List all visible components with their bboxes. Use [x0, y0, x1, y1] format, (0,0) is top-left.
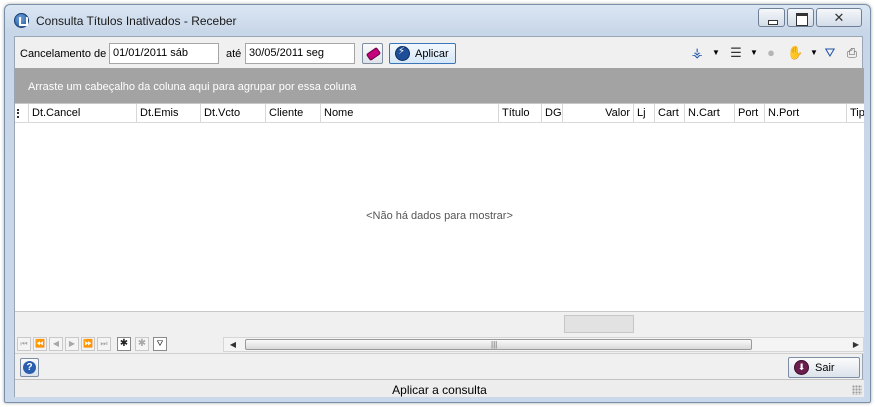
- column-header-port[interactable]: Port: [735, 104, 765, 122]
- nav-prev-icon[interactable]: ◀: [49, 337, 63, 351]
- data-grid[interactable]: Dt.Cancel Dt.Emis Dt.Vcto Cliente Nome T…: [15, 103, 864, 311]
- horizontal-scrollbar[interactable]: ◀ ||| ▶: [223, 337, 864, 352]
- column-header-nome[interactable]: Nome: [321, 104, 499, 122]
- nav-prev-page-icon[interactable]: ⏪: [33, 337, 47, 351]
- group-by-hint: Arraste um cabeçalho da coluna aqui para…: [28, 81, 357, 93]
- column-header-dt-vcto[interactable]: Dt.Vcto: [201, 104, 266, 122]
- date-from-input[interactable]: 01/01/2011 sáb: [109, 43, 219, 64]
- main-window: Consulta Títulos Inativados - Receber ✕ …: [4, 4, 871, 403]
- scroll-left-icon[interactable]: ◀: [226, 338, 240, 351]
- scroll-right-icon[interactable]: ▶: [849, 338, 863, 351]
- column-header-dg[interactable]: DG: [542, 104, 563, 122]
- exit-arrow-icon: ⬇: [794, 360, 809, 375]
- list-options-icon[interactable]: ☰: [728, 45, 744, 61]
- app-icon: [14, 13, 29, 28]
- list-options-dropdown-icon[interactable]: ▼: [750, 45, 758, 61]
- status-bar: Aplicar a consulta: [15, 379, 864, 397]
- column-header-valor[interactable]: Valor: [563, 104, 634, 122]
- grid-footer: [15, 311, 864, 335]
- minimize-button[interactable]: [758, 8, 785, 27]
- apply-button[interactable]: Aplicar: [389, 43, 456, 64]
- nav-next-icon[interactable]: ▶: [65, 337, 79, 351]
- column-header-cliente[interactable]: Cliente: [266, 104, 321, 122]
- nav-delete-icon[interactable]: ✱: [135, 337, 149, 351]
- date-to-label: até: [226, 48, 242, 60]
- hierarchy-icon[interactable]: ⚶: [689, 45, 705, 61]
- question-icon: ?: [23, 361, 36, 374]
- resize-grip-icon[interactable]: [852, 385, 862, 395]
- status-text: Aplicar a consulta: [392, 383, 487, 397]
- client-area: Cancelamento de 01/01/2011 sáb até 30/05…: [14, 36, 864, 397]
- column-header-n-cart[interactable]: N.Cart: [685, 104, 735, 122]
- title-bar[interactable]: Consulta Títulos Inativados - Receber ✕: [5, 5, 870, 35]
- footer-summary-valor: [564, 315, 634, 333]
- column-header-n-port[interactable]: N.Port: [765, 104, 847, 122]
- help-button[interactable]: ?: [20, 358, 39, 377]
- nav-last-icon[interactable]: ⏭: [97, 337, 111, 351]
- column-header-dt-cancel[interactable]: Dt.Cancel: [29, 104, 137, 122]
- grid-header: Dt.Cancel Dt.Emis Dt.Vcto Cliente Nome T…: [15, 104, 864, 123]
- group-by-panel[interactable]: Arraste um cabeçalho da coluna aqui para…: [15, 68, 864, 103]
- nav-next-page-icon[interactable]: ⏩: [81, 337, 95, 351]
- close-icon: ✕: [833, 10, 845, 25]
- nav-filter-icon[interactable]: ⛛: [153, 337, 167, 351]
- column-customize-button[interactable]: [15, 104, 29, 122]
- print-icon[interactable]: ⎙: [844, 45, 860, 61]
- nav-first-icon[interactable]: ⏮: [17, 337, 31, 351]
- scrollbar-grip-icon: |||: [491, 340, 498, 349]
- clear-filter-button[interactable]: [362, 43, 383, 64]
- close-button[interactable]: ✕: [816, 8, 862, 27]
- exit-button[interactable]: ⬇ Sair: [788, 357, 860, 378]
- apply-button-label: Aplicar: [415, 48, 449, 60]
- hierarchy-dropdown-icon[interactable]: ▼: [712, 45, 720, 61]
- navigator-bar: ⏮ ⏪ ◀ ▶ ⏩ ⏭ ✱ ✱ ⛛ ◀ ||| ▶: [15, 335, 864, 353]
- hand-dropdown-icon[interactable]: ▼: [810, 45, 818, 61]
- column-header-titulo[interactable]: Título: [499, 104, 542, 122]
- empty-grid-message: <Não há dados para mostrar>: [366, 210, 513, 222]
- nav-insert-icon[interactable]: ✱: [117, 337, 131, 351]
- lightning-icon: [395, 46, 410, 61]
- column-header-cart[interactable]: Cart: [655, 104, 685, 122]
- column-header-lj[interactable]: Lj: [634, 104, 655, 122]
- date-to-input[interactable]: 30/05/2011 seg: [245, 43, 355, 64]
- exit-button-label: Sair: [815, 362, 835, 374]
- record-icon[interactable]: ●: [763, 45, 779, 61]
- column-header-dt-emis[interactable]: Dt.Emis: [137, 104, 201, 122]
- scrollbar-thumb[interactable]: |||: [245, 339, 752, 350]
- window-title: Consulta Títulos Inativados - Receber: [36, 14, 237, 28]
- action-bar: ? ⬇ Sair: [15, 353, 864, 379]
- column-chooser-icon: [17, 109, 23, 118]
- column-header-tipo[interactable]: Tipo: [847, 104, 864, 122]
- filter-icon[interactable]: ⛛: [822, 45, 838, 61]
- hand-icon[interactable]: ✋: [787, 45, 803, 61]
- maximize-button[interactable]: [787, 8, 814, 27]
- filter-bar: Cancelamento de 01/01/2011 sáb até 30/05…: [15, 37, 862, 67]
- cancel-from-label: Cancelamento de: [20, 48, 107, 60]
